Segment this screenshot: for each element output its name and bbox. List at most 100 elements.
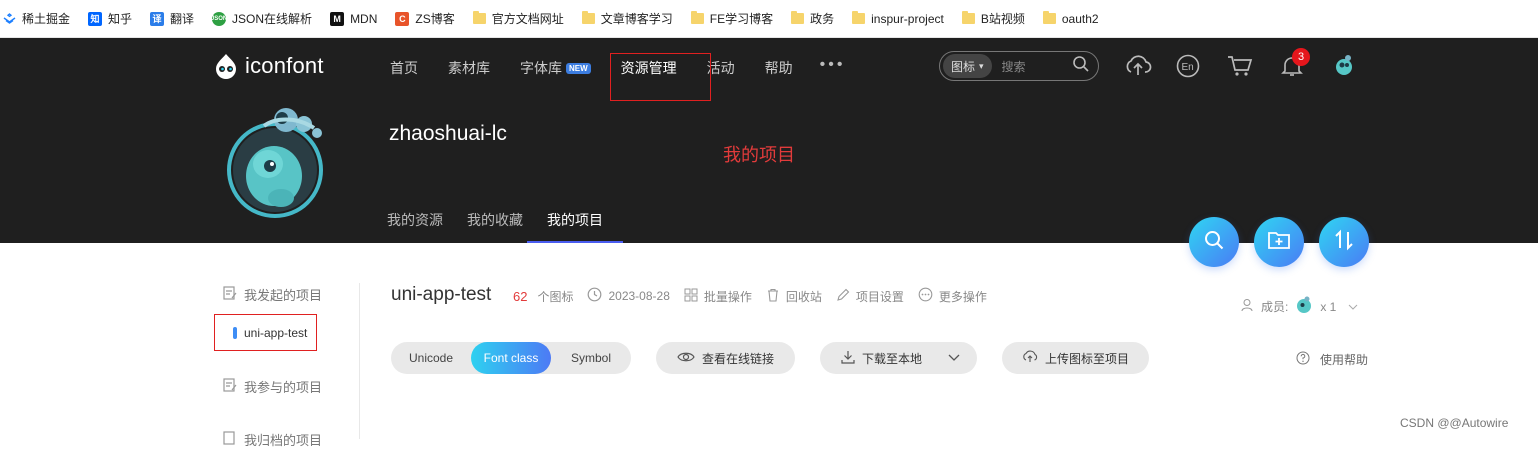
bookmark-label: B站视频 [980,12,1025,26]
bookmark-folder-articles[interactable]: 文章博客学习 [573,0,682,38]
format-unicode-button[interactable]: Unicode [391,342,471,374]
tab-my-projects[interactable]: 我的项目 [527,210,623,243]
project-settings-link[interactable]: 项目设置 [836,288,904,305]
user-avatar-small[interactable] [1332,53,1356,84]
sort-projects-button[interactable] [1319,217,1369,267]
button-label: 上传图标至项目 [1044,351,1129,366]
members-dropdown[interactable]: 成员: x 1 [1241,295,1358,318]
csdn-watermark: CSDN @@Autowire [1400,416,1509,430]
bookmark-translate[interactable]: 译 翻译 [141,0,203,38]
bookmark-label: oauth2 [1061,11,1099,26]
icon-count: 62 [513,288,528,304]
clock-icon [587,287,602,305]
upload-cloud-icon [1022,350,1038,366]
upload-icons-button[interactable]: 上传图标至项目 [1002,342,1149,374]
format-segmented-control: Unicode Font class Symbol [391,342,631,374]
mdn-icon: M [330,11,345,26]
nav-help[interactable]: 帮助 [750,54,808,82]
sidebar-item-label: 我归档的项目 [244,433,323,448]
members-icon [1241,298,1255,315]
chevron-down-icon[interactable] [948,351,960,365]
tab-my-resources[interactable]: 我的资源 [375,210,455,243]
site-header: iconfont 首页 素材库 字体库 NEW 资源管理 活动 帮助 ••• 我的… [0,38,1538,243]
format-font-class-button[interactable]: Font class [471,342,551,374]
nav-materials[interactable]: 素材库 [433,54,505,82]
search-box: 图标 ▾ 搜索 [939,51,1099,81]
nav-label: 帮助 [764,60,793,76]
view-online-link-button[interactable]: 查看在线链接 [656,342,795,374]
bookmark-mdn[interactable]: M MDN [321,0,386,38]
zhihu-icon: 知 [88,11,103,26]
nav-home[interactable]: 首页 [375,54,433,82]
translate-icon: 译 [150,11,165,26]
project-meta: 62 个图标 2023-08-28 批量操作 回收站 项目设置 更多操作 [513,287,987,305]
new-project-button[interactable] [1254,217,1304,267]
member-avatar [1294,295,1314,318]
nav-fonts[interactable]: 字体库 NEW [505,54,606,82]
search-input[interactable]: 搜索 [1002,58,1072,75]
tab-label: 我的资源 [387,212,443,228]
bookmark-folder-fe[interactable]: FE学习博客 [682,0,782,38]
download-icon [841,350,855,367]
more-icon [918,287,933,305]
bookmark-zhihu[interactable]: 知 知乎 [79,0,141,38]
project-date: 2023-08-28 [608,289,670,303]
bookmark-label: 政务 [810,12,835,26]
annotation-text: 我的项目 [723,145,795,165]
sidebar-started-projects[interactable]: 我发起的项目 [222,285,322,304]
cart-icon[interactable] [1227,54,1253,83]
download-local-button[interactable]: 下载至本地 [820,342,977,374]
project-label: uni-app-test [244,326,308,340]
recycle-bin-link[interactable]: 回收站 [766,288,822,305]
bookmark-label: 文章博客学习 [600,12,673,26]
bookmark-folder-inspur[interactable]: inspur-project [843,0,953,38]
bookmark-folder-gov[interactable]: 政务 [782,0,843,38]
chevron-down-icon: ▾ [979,60,984,71]
chevron-down-icon [1348,300,1358,314]
logo-text: iconfont [245,53,324,78]
more-nav-icon[interactable]: ••• [808,56,858,82]
zs-blog-icon: C [395,11,410,26]
annotation-box-resource-management [610,53,711,101]
bookmark-folder-oauth2[interactable]: oauth2 [1034,0,1108,38]
user-avatar [224,98,328,222]
eye-icon [677,351,695,366]
format-label: Font class [483,351,539,365]
icon-count-unit: 个图标 [537,289,574,304]
nav-label: 素材库 [448,60,490,76]
search-icon[interactable] [1072,55,1090,78]
iconfont-logo[interactable]: iconfont [211,52,324,80]
button-label: 查看在线链接 [701,351,774,366]
profile-tabs: 我的资源 我的收藏 我的项目 [375,210,623,243]
bookmark-json[interactable]: JSON JSON在线解析 [203,0,321,38]
sidebar-project-uni-app-test[interactable]: uni-app-test [233,326,307,340]
folder-add-icon [1267,229,1291,256]
search-project-button[interactable] [1189,217,1239,267]
pencil-icon [836,288,850,305]
search-type-select[interactable]: 图标 ▾ [943,54,992,78]
bookmark-zs-blog[interactable]: C ZS博客 [386,0,463,38]
batch-operation-link[interactable]: 批量操作 [684,288,752,305]
button-label: 下载至本地 [862,351,923,366]
nav-label: 字体库 [520,60,562,76]
folder-icon [791,11,805,24]
bookmark-folder-docs[interactable]: 官方文档网址 [464,0,573,38]
bookmark-juejin[interactable]: 稀土掘金 [0,0,79,38]
svg-text:En: En [1182,62,1194,73]
format-symbol-button[interactable]: Symbol [551,342,631,374]
settings-label: 项目设置 [855,289,904,304]
language-en-icon[interactable]: En [1176,54,1200,83]
upload-cloud-icon[interactable] [1124,54,1152,83]
tab-my-favorites[interactable]: 我的收藏 [455,210,535,243]
more-operations-link[interactable]: 更多操作 [918,287,987,305]
sidebar-archived-projects[interactable]: 我归档的项目 [222,430,322,449]
bookmark-folder-bilibili[interactable]: B站视频 [953,0,1034,38]
sidebar-joined-projects[interactable]: 我参与的项目 [222,377,322,396]
tab-label: 我的收藏 [467,212,523,228]
project-title: uni-app-test [391,284,492,305]
edit-doc-icon [222,377,238,396]
usage-help-link[interactable]: 使用帮助 [1296,351,1368,368]
more-label: 更多操作 [938,289,987,304]
bookmark-label: 知乎 [108,12,133,26]
grid-icon [684,288,698,305]
